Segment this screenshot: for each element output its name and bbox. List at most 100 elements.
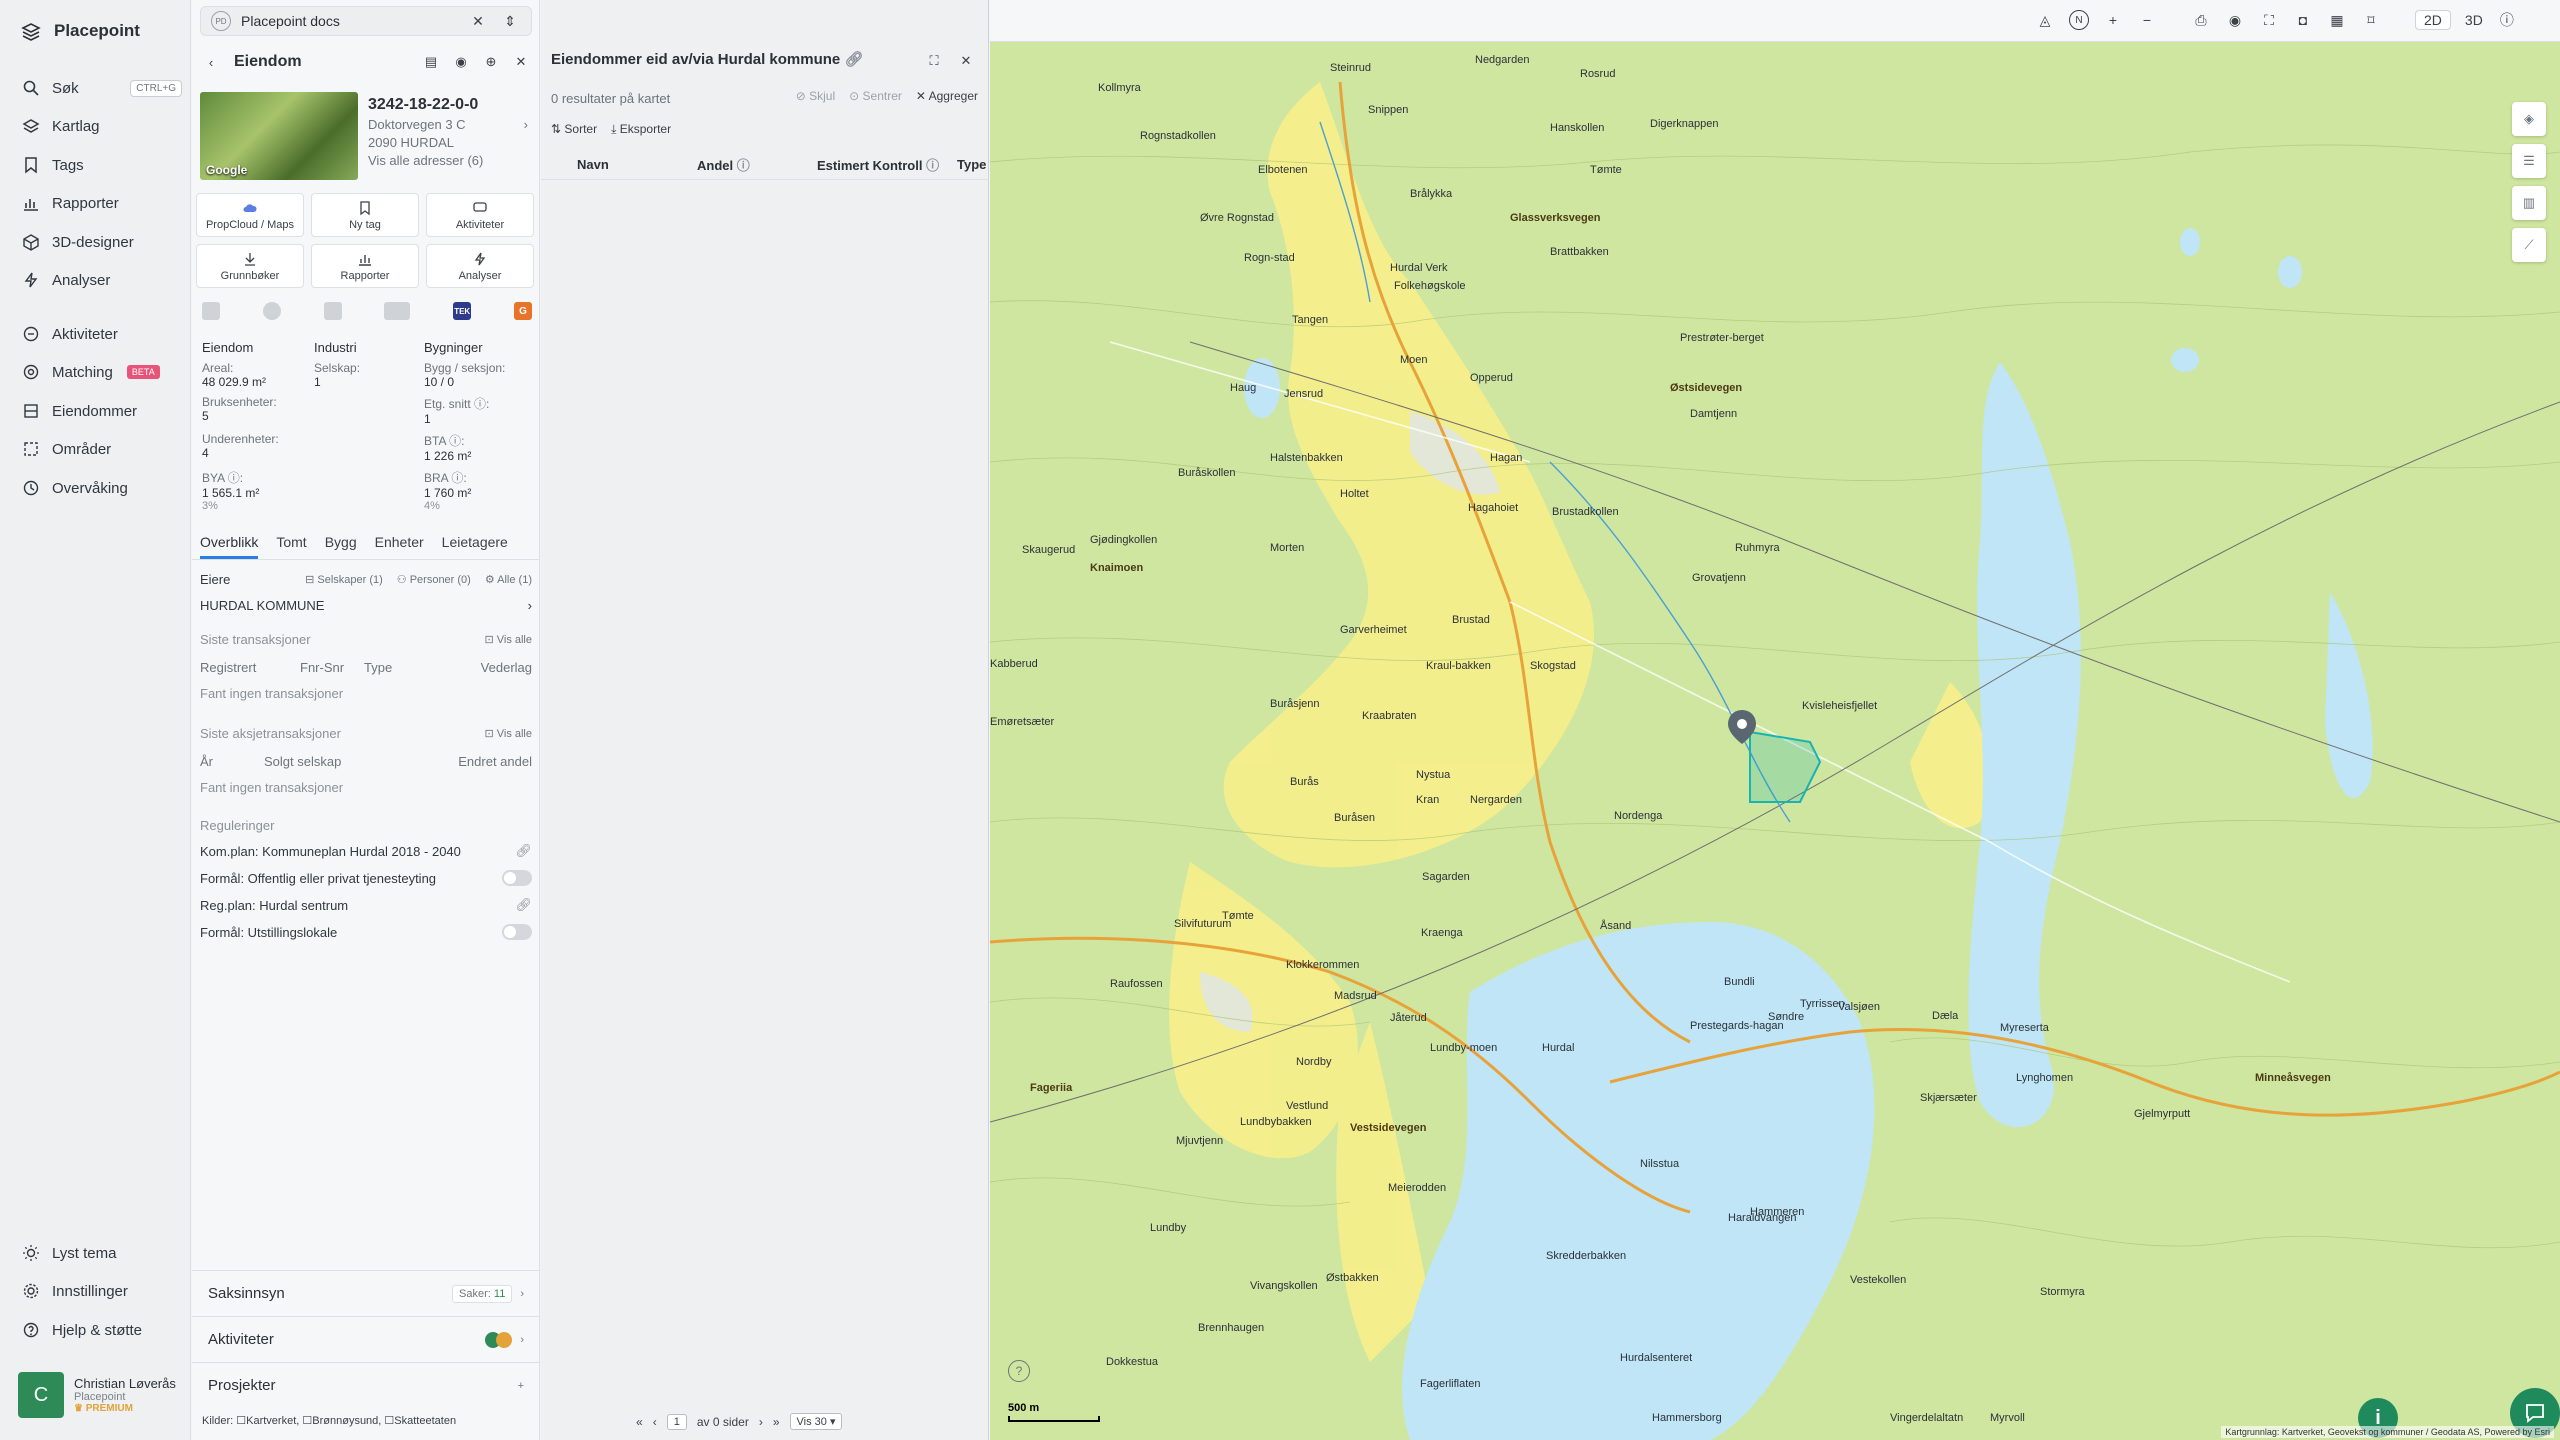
case-insight-row[interactable]: Saksinnsyn Saker: 11 ›: [192, 1270, 540, 1316]
zoom-out-icon[interactable]: −: [2137, 10, 2157, 30]
source-logo[interactable]: [262, 302, 281, 320]
map-place-label: Emøretsæter: [990, 716, 1055, 728]
prev-page-icon[interactable]: ‹: [653, 1415, 657, 1429]
eye-icon[interactable]: ◉: [450, 51, 472, 73]
tilt-icon[interactable]: ◬: [2035, 10, 2055, 30]
aggregate-button[interactable]: ✕ Aggreger: [916, 89, 978, 103]
toggle[interactable]: [502, 924, 532, 940]
close-icon[interactable]: ✕: [510, 51, 532, 73]
bookmark-icon[interactable]: ⌑: [2361, 10, 2381, 30]
nav-areas[interactable]: Områder: [22, 435, 182, 463]
map-legend-icon[interactable]: ☰: [2512, 144, 2546, 178]
mode-3d-button[interactable]: 3D: [2465, 10, 2483, 30]
nav-reports[interactable]: Rapporter: [22, 189, 182, 217]
col-control[interactable]: Estimert Kontroll ⓘ: [817, 155, 939, 174]
map-canvas[interactable]: Steinrud Nedgarden Rosrud Snippen Kollmyra Ha…: [990, 42, 2560, 1440]
close-icon[interactable]: ✕: [467, 10, 489, 32]
next-page-icon[interactable]: ›: [759, 1415, 763, 1429]
col-type[interactable]: Type: [957, 157, 986, 172]
map-help-icon[interactable]: ?: [1008, 1360, 1030, 1382]
filter-persons[interactable]: ⚇ Personer (0): [397, 573, 471, 586]
camera-icon[interactable]: ◘: [2293, 10, 2313, 30]
id-card-icon[interactable]: ▤: [420, 51, 442, 73]
col-name[interactable]: Navn: [577, 157, 609, 172]
nav-search[interactable]: Søk CTRL+G: [22, 74, 182, 102]
nav-help[interactable]: Hjelp & støtte: [22, 1316, 182, 1344]
nav-3d-designer[interactable]: 3D-designer: [22, 228, 182, 256]
mode-2d-button[interactable]: 2D: [2415, 10, 2451, 30]
page-size-select[interactable]: Vis 30 ▾: [789, 1413, 843, 1430]
owner-row[interactable]: HURDAL KOMMUNE ›: [200, 594, 532, 616]
tab-overview[interactable]: Overblikk: [200, 534, 259, 559]
nav-analyses[interactable]: Analyser: [22, 266, 182, 294]
brand[interactable]: Placepoint: [20, 20, 140, 42]
first-page-icon[interactable]: «: [636, 1415, 643, 1429]
map-chart-icon[interactable]: ▥: [2512, 186, 2546, 220]
regulation-row[interactable]: Reg.plan: Hurdal sentrum 🔗︎: [200, 894, 532, 916]
map-side-tools: ◈ ☰ ▥ ⟋: [2512, 102, 2546, 262]
source-link[interactable]: ☐Brønnøysund,: [302, 1415, 381, 1427]
eye-icon[interactable]: ◉: [2225, 10, 2245, 30]
source-link[interactable]: ☐Skatteetaten: [384, 1415, 456, 1427]
all-addresses-link[interactable]: Vis alle adresser (6): [368, 153, 528, 168]
tab-plot[interactable]: Tomt: [276, 534, 306, 559]
last-page-icon[interactable]: »: [773, 1415, 780, 1429]
view-all-link[interactable]: ⊡ Vis alle: [484, 633, 532, 646]
print-icon[interactable]: ⎙: [2191, 10, 2211, 30]
grid-icon[interactable]: ▦: [2327, 10, 2347, 30]
analyses-button[interactable]: Analyser: [426, 244, 534, 288]
activities-row[interactable]: Aktiviteter ›: [192, 1316, 540, 1362]
zoom-in-icon[interactable]: +: [2103, 10, 2123, 30]
filter-all[interactable]: ⚙ Alle (1): [485, 573, 532, 586]
source-logo[interactable]: [323, 302, 342, 320]
expand-icon[interactable]: ⛶: [923, 50, 945, 72]
map-layers-icon[interactable]: ◈: [2512, 102, 2546, 136]
hide-button[interactable]: ⊘ Skjul: [796, 89, 835, 103]
docs-tab[interactable]: PD Placepoint docs ✕ ⇕: [200, 6, 532, 36]
sort-button[interactable]: ⇅ Sorter: [551, 122, 597, 137]
north-compass-icon[interactable]: N: [2069, 10, 2089, 30]
nav-light-theme[interactable]: Lyst tema: [22, 1239, 182, 1267]
nav-settings[interactable]: Innstillinger: [22, 1277, 182, 1305]
view-all-link[interactable]: ⊡ Vis alle: [484, 727, 532, 740]
toggle[interactable]: [502, 870, 532, 886]
info-icon[interactable]: ⓘ: [2497, 10, 2517, 30]
nav-activities[interactable]: Aktiviteter: [22, 320, 182, 348]
panel-title: Eiendom: [234, 53, 302, 70]
source-link[interactable]: ☐Kartverket,: [236, 1415, 299, 1427]
nav-monitoring[interactable]: Overvåking: [22, 474, 182, 502]
nav-matching[interactable]: Matching BETA: [22, 358, 182, 386]
land-registry-button[interactable]: Grunnbøker: [196, 244, 304, 288]
source-logo[interactable]: [384, 302, 411, 320]
street-view-thumbnail[interactable]: Google: [200, 92, 358, 180]
link-icon[interactable]: 🔗︎: [844, 51, 863, 68]
export-button[interactable]: ⤓ Eksporter: [611, 122, 671, 137]
tab-tenants[interactable]: Leietagere: [442, 534, 508, 559]
user-card[interactable]: C Christian Løverås Placepoint ♛ PREMIUM: [18, 1372, 176, 1418]
projects-row[interactable]: Prosjekter +: [192, 1362, 540, 1408]
close-icon[interactable]: ✕: [955, 50, 977, 72]
g-logo[interactable]: G: [513, 302, 532, 320]
nav-properties[interactable]: Eiendommer: [22, 397, 182, 425]
reports-button[interactable]: Rapporter: [311, 244, 419, 288]
tab-units[interactable]: Enheter: [375, 534, 424, 559]
back-icon[interactable]: ‹: [200, 51, 222, 73]
tab-buildings[interactable]: Bygg: [325, 534, 357, 559]
col-share[interactable]: Andel ⓘ: [697, 155, 750, 174]
activities-button[interactable]: Aktiviteter: [426, 193, 534, 237]
property-address[interactable]: Doktorvegen 3 C ›: [368, 117, 528, 132]
add-circle-icon[interactable]: ⊕: [480, 51, 502, 73]
nav-tags[interactable]: Tags: [22, 151, 182, 179]
fullscreen-icon[interactable]: ⛶: [2259, 10, 2279, 30]
tek-logo[interactable]: TEK: [453, 302, 472, 320]
propcloud-button[interactable]: PropCloud / Maps: [196, 193, 304, 237]
center-button[interactable]: ⊙ Sentrer: [849, 89, 902, 103]
source-logo[interactable]: [202, 302, 220, 320]
chevron-updown-icon[interactable]: ⇕: [499, 10, 521, 32]
regulation-row[interactable]: Kom.plan: Kommuneplan Hurdal 2018 - 2040…: [200, 840, 532, 862]
nav-map-layers[interactable]: Kartlag: [22, 112, 182, 140]
new-tag-button[interactable]: Ny tag: [311, 193, 419, 237]
filter-companies[interactable]: ⊟ Selskaper (1): [305, 573, 383, 586]
map-measure-icon[interactable]: ⟋: [2512, 228, 2546, 262]
page-input[interactable]: 1: [666, 1413, 687, 1430]
